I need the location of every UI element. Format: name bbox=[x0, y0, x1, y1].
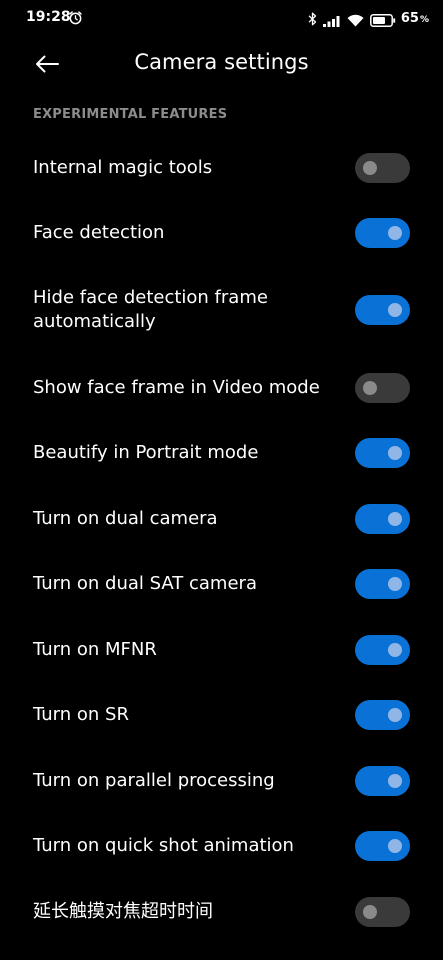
setting-toggle-switch[interactable] bbox=[355, 152, 410, 183]
cellular-signal-icon bbox=[322, 12, 341, 27]
setting-label: Turn on SR bbox=[33, 704, 129, 725]
setting-toggle-switch[interactable] bbox=[355, 372, 410, 403]
setting-toggle-switch[interactable] bbox=[355, 569, 410, 599]
toggle-knob bbox=[388, 577, 402, 591]
status-indicators: 65% bbox=[302, 9, 429, 27]
toggle-knob bbox=[388, 225, 402, 240]
setting-label: Turn on parallel processing bbox=[33, 769, 275, 791]
section-header: EXPERIMENTAL FEATURES bbox=[33, 107, 228, 122]
status-time: 19:28 bbox=[26, 9, 71, 25]
setting-label: Hide face detection frame automatically bbox=[33, 287, 268, 332]
setting-row[interactable]: Hide face detection frame automatically bbox=[0, 265, 443, 355]
setting-toggle-switch[interactable] bbox=[355, 295, 410, 325]
setting-label: 延长触摸对焦超时时间 bbox=[33, 900, 213, 922]
page-title: Camera settings bbox=[134, 50, 309, 74]
toggle-knob bbox=[363, 904, 377, 919]
battery-level-value: 65 bbox=[400, 10, 419, 26]
settings-list: Internal magic tools Face detection Hide f… bbox=[0, 135, 443, 944]
toggle-knob bbox=[388, 708, 402, 722]
setting-toggle-switch[interactable] bbox=[355, 634, 410, 665]
setting-label: Turn on MFNR bbox=[33, 638, 157, 660]
bluetooth-icon bbox=[308, 11, 317, 26]
toggle-knob bbox=[388, 446, 402, 460]
battery-unit: % bbox=[419, 14, 429, 25]
setting-label: Beautify in Portrait mode bbox=[33, 442, 259, 463]
setting-toggle-switch[interactable] bbox=[355, 831, 410, 861]
toggle-knob bbox=[388, 511, 402, 526]
setting-row[interactable]: Turn on quick shot animation bbox=[0, 813, 443, 879]
setting-label: Show face frame in Video mode bbox=[33, 376, 320, 398]
setting-row[interactable]: Face detection bbox=[0, 200, 443, 265]
setting-toggle-switch[interactable] bbox=[355, 700, 410, 730]
status-bar: 19:28 65% bbox=[0, 0, 443, 36]
setting-label: Internal magic tools bbox=[33, 156, 213, 178]
setting-label: Turn on dual SAT camera bbox=[33, 573, 257, 594]
toggle-knob bbox=[388, 839, 402, 853]
battery-icon bbox=[369, 12, 396, 27]
setting-toggle-switch[interactable] bbox=[355, 438, 410, 468]
setting-toggle-switch[interactable] bbox=[355, 765, 410, 796]
app-header: Camera settings bbox=[0, 36, 443, 92]
toggle-knob bbox=[363, 380, 377, 395]
setting-row[interactable]: Turn on dual camera bbox=[0, 486, 443, 551]
setting-label: Turn on dual camera bbox=[33, 507, 218, 529]
alarm-clock-icon bbox=[68, 10, 83, 25]
setting-row[interactable]: 延长触摸对焦超时时间 bbox=[0, 879, 443, 944]
setting-label: Turn on quick shot animation bbox=[33, 835, 294, 856]
toggle-knob bbox=[388, 303, 402, 317]
setting-label: Face detection bbox=[33, 221, 165, 243]
toggle-knob bbox=[363, 160, 377, 175]
toggle-knob bbox=[388, 642, 402, 657]
wifi-icon bbox=[347, 12, 364, 26]
setting-toggle-switch[interactable] bbox=[355, 503, 410, 534]
setting-row[interactable]: Turn on dual SAT camera bbox=[0, 551, 443, 617]
setting-row[interactable]: Beautify in Portrait mode bbox=[0, 420, 443, 486]
setting-row[interactable]: Turn on parallel processing bbox=[0, 748, 443, 813]
setting-row[interactable]: Show face frame in Video mode bbox=[0, 355, 443, 420]
setting-row[interactable]: Turn on SR bbox=[0, 682, 443, 748]
setting-toggle-switch[interactable] bbox=[355, 217, 410, 248]
setting-row[interactable]: Turn on MFNR bbox=[0, 617, 443, 682]
toggle-knob bbox=[388, 773, 402, 788]
battery-percentage: 65% bbox=[401, 11, 429, 26]
setting-toggle-switch[interactable] bbox=[355, 896, 410, 927]
setting-row[interactable]: Internal magic tools bbox=[0, 135, 443, 200]
